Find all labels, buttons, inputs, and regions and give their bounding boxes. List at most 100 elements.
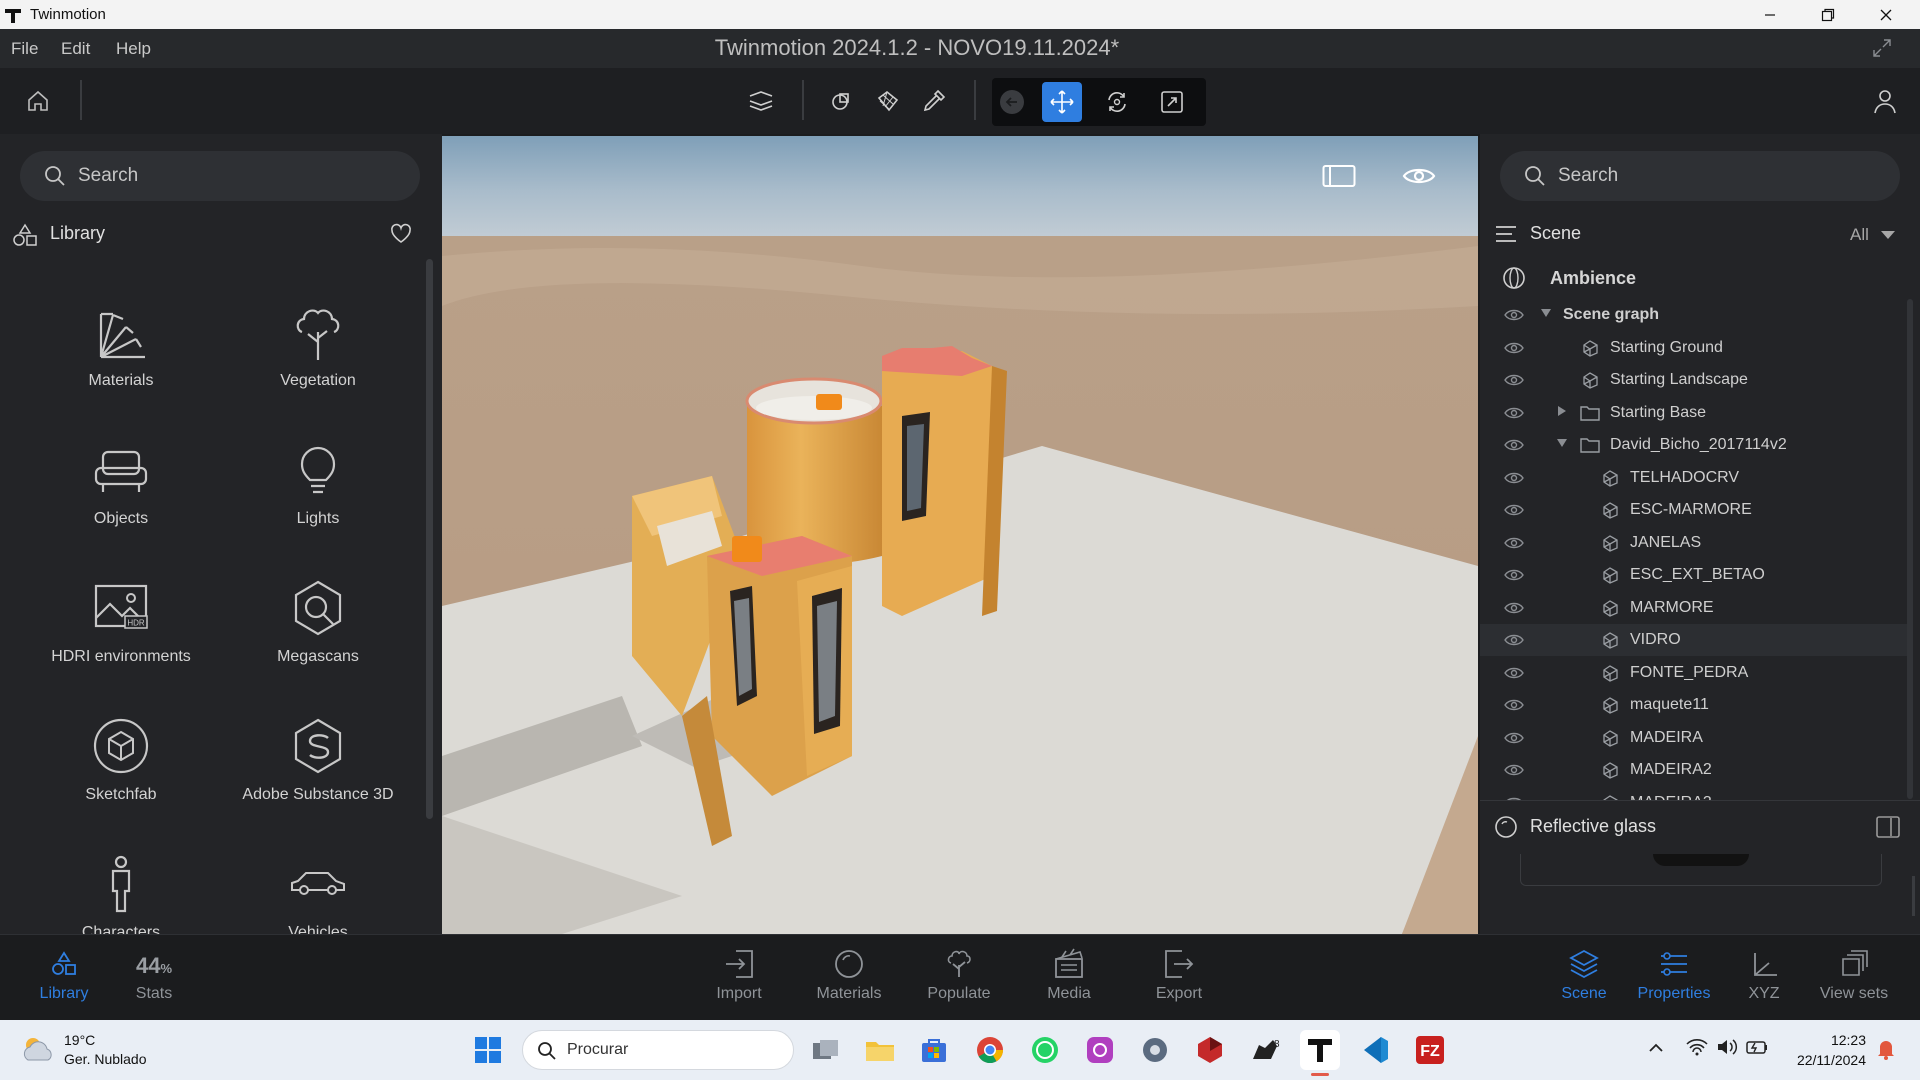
tree-scrollbar[interactable] <box>1907 299 1913 799</box>
file-explorer-icon[interactable] <box>860 1030 900 1070</box>
move-tool-button[interactable] <box>1042 82 1082 122</box>
visibility-eye-icon[interactable] <box>1504 763 1524 777</box>
visibility-eye-icon[interactable] <box>1504 341 1524 355</box>
weather-desc[interactable]: Ger. Nublado <box>64 1051 147 1067</box>
twinmotion-taskbar-icon[interactable] <box>1300 1030 1340 1070</box>
dock-library-button[interactable]: Library <box>19 947 109 1013</box>
visibility-eye-icon[interactable] <box>1504 601 1524 615</box>
clock-date[interactable]: 22/11/2024 <box>1776 1052 1866 1068</box>
chevron-up-icon[interactable] <box>1648 1042 1664 1052</box>
library-tile-substance[interactable]: Adobe Substance 3D <box>223 706 413 826</box>
eyedropper-button[interactable] <box>914 81 954 121</box>
library-tile-lights[interactable]: Lights <box>223 430 413 550</box>
properties-scrollbar[interactable] <box>1912 876 1915 916</box>
scale-tool-button[interactable] <box>1152 82 1192 122</box>
fullscreen-icon[interactable] <box>1872 38 1892 58</box>
visibility-eye-icon[interactable] <box>1504 373 1524 387</box>
restore-button[interactable] <box>1799 0 1857 29</box>
library-tile-sketchfab[interactable]: Sketchfab <box>26 706 216 826</box>
library-search-input[interactable]: Search <box>20 151 420 201</box>
visibility-eye-icon[interactable] <box>1402 164 1436 188</box>
autocad-icon[interactable] <box>1190 1030 1230 1070</box>
home-button[interactable] <box>18 81 58 121</box>
visibility-eye-icon[interactable] <box>1504 536 1524 550</box>
windows-start-icon[interactable] <box>468 1030 508 1070</box>
panel-split-icon[interactable] <box>1876 816 1900 838</box>
tree-row[interactable]: Starting Ground <box>1480 332 1910 364</box>
library-tile-megascans[interactable]: Megascans <box>223 568 413 688</box>
dock-populate-button[interactable]: Populate <box>914 947 1004 1013</box>
dock-properties-button[interactable]: Properties <box>1629 947 1719 1013</box>
shapes-tool-button[interactable] <box>822 81 862 121</box>
tree-row[interactable]: ESC-MARMORE <box>1480 494 1910 526</box>
tree-row[interactable]: MADEIRA3 <box>1480 787 1910 800</box>
visibility-eye-icon[interactable] <box>1504 471 1524 485</box>
whatsapp-icon[interactable] <box>1025 1030 1065 1070</box>
layers-button[interactable] <box>741 81 781 121</box>
tree-row[interactable]: MADEIRA <box>1480 722 1910 754</box>
visibility-eye-icon[interactable] <box>1504 438 1524 452</box>
visibility-eye-icon[interactable] <box>1504 698 1524 712</box>
tree-row[interactable]: FONTE_PEDRA <box>1480 657 1910 689</box>
volume-icon[interactable] <box>1716 1038 1738 1056</box>
tree-row[interactable]: MARMORE <box>1480 592 1910 624</box>
dock-media-button[interactable]: Media <box>1024 947 1114 1013</box>
viewport-layout-icon[interactable] <box>1322 164 1356 188</box>
visibility-eye-icon[interactable] <box>1504 666 1524 680</box>
chrome-icon[interactable] <box>970 1030 1010 1070</box>
visibility-eye-icon[interactable] <box>1504 406 1524 420</box>
wifi-icon[interactable] <box>1686 1038 1708 1056</box>
ms-store-icon[interactable] <box>914 1030 954 1070</box>
expand-arrow-icon[interactable] <box>1556 405 1568 417</box>
minimize-button[interactable] <box>1741 0 1799 29</box>
library-tile-vegetation[interactable]: Vegetation <box>223 292 413 412</box>
dock-viewsets-button[interactable]: View sets <box>1809 947 1899 1013</box>
visibility-eye-icon[interactable] <box>1504 308 1524 322</box>
dock-materials-button[interactable]: Materials <box>804 947 894 1013</box>
weather-cloud-icon[interactable] <box>20 1034 56 1064</box>
user-account-button[interactable] <box>1865 81 1905 121</box>
rhino-icon[interactable]: 8 <box>1245 1030 1285 1070</box>
tree-row[interactable]: ESC_EXT_BETAO <box>1480 559 1910 591</box>
vscode-icon[interactable] <box>1355 1030 1395 1070</box>
tree-row[interactable]: TELHADOCRV <box>1480 462 1910 494</box>
3d-viewport[interactable] <box>442 136 1478 934</box>
dock-xyz-button[interactable]: XYZ <box>1719 947 1809 1013</box>
library-tile-hdri[interactable]: HDR HDRI environments <box>26 568 216 688</box>
settings-gear-icon[interactable] <box>1135 1030 1175 1070</box>
expand-arrow-icon[interactable] <box>1540 307 1552 319</box>
tree-row[interactable]: Starting Base <box>1480 397 1910 429</box>
dock-scene-button[interactable]: Scene <box>1539 947 1629 1013</box>
dock-stats-button[interactable]: 44% Stats <box>109 947 199 1013</box>
task-view-icon[interactable] <box>806 1030 846 1070</box>
clock-time[interactable]: 12:23 <box>1786 1032 1866 1048</box>
dock-export-button[interactable]: Export <box>1134 947 1224 1013</box>
weather-temp[interactable]: 19°C <box>64 1032 95 1048</box>
battery-icon[interactable] <box>1746 1038 1768 1056</box>
tree-row[interactable]: maquete11 <box>1480 689 1910 721</box>
rotate-tool-button[interactable] <box>1097 82 1137 122</box>
filezilla-icon[interactable]: FZ <box>1410 1030 1450 1070</box>
tree-row[interactable]: VIDRO <box>1480 624 1910 656</box>
visibility-eye-icon[interactable] <box>1504 568 1524 582</box>
close-button[interactable] <box>1857 0 1915 29</box>
visibility-eye-icon[interactable] <box>1504 503 1524 517</box>
tree-row[interactable]: David_Bicho_2017114v2 <box>1480 429 1910 461</box>
dock-import-button[interactable]: Import <box>694 947 784 1013</box>
taskbar-search-input[interactable]: Procurar <box>522 1030 794 1070</box>
paint-tool-button[interactable] <box>868 81 908 121</box>
favorites-heart-icon[interactable] <box>390 223 412 245</box>
collapse-arrow-icon[interactable] <box>1556 437 1568 449</box>
instagram-icon[interactable] <box>1080 1030 1120 1070</box>
tree-row[interactable]: Scene graph <box>1480 299 1910 331</box>
visibility-eye-icon[interactable] <box>1504 731 1524 745</box>
tree-row[interactable]: JANELAS <box>1480 527 1910 559</box>
tree-row[interactable]: Starting Landscape <box>1480 364 1910 396</box>
visibility-eye-icon[interactable] <box>1504 633 1524 647</box>
back-arrow-button[interactable] <box>992 82 1032 122</box>
notification-bell-icon[interactable] <box>1876 1038 1896 1060</box>
library-scrollbar[interactable] <box>426 259 433 819</box>
tree-row[interactable]: MADEIRA2 <box>1480 754 1910 786</box>
library-tile-objects[interactable]: Objects <box>26 430 216 550</box>
library-tile-materials[interactable]: Materials <box>26 292 216 412</box>
